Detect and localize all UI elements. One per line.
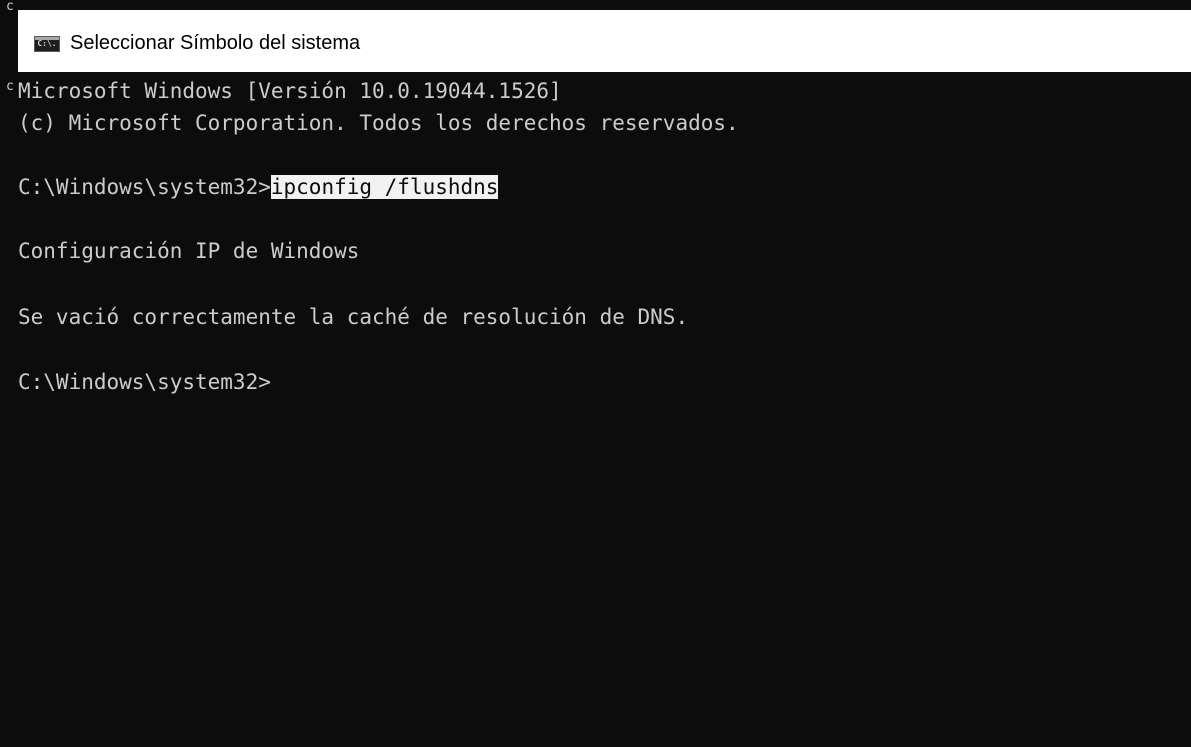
console-line-8: Se vació correctamente la caché de resol… [18, 305, 689, 329]
background-gutter [0, 0, 18, 747]
console-output[interactable]: Microsoft Windows [Versión 10.0.19044.15… [18, 72, 1191, 747]
title-bar[interactable]: C:\. Seleccionar Símbolo del sistema [18, 10, 1191, 72]
command-prompt-window[interactable]: C:\. Seleccionar Símbolo del sistema Mic… [18, 10, 1191, 747]
console-line-1: Microsoft Windows [Versión 10.0.19044.15… [18, 79, 562, 103]
selected-command[interactable]: ipconfig /flushdns [270, 175, 499, 199]
window-title: Seleccionar Símbolo del sistema [70, 32, 361, 54]
cmd-icon: C:\. [34, 36, 60, 52]
console-line-2: (c) Microsoft Corporation. Todos los der… [18, 111, 739, 135]
background-strip [0, 0, 1191, 10]
console-line-6: Configuración IP de Windows [18, 239, 360, 263]
console-prompt-line[interactable]: C:\Windows\system32> [18, 366, 271, 398]
stray-char-left: c [6, 79, 14, 94]
stray-char-top: c [6, 0, 14, 14]
console-command-line: C:\Windows\system32>ipconfig /flushdns [18, 171, 499, 203]
cmd-icon-label: C:\. [37, 39, 57, 48]
command-prompt: C:\Windows\system32> [18, 175, 271, 199]
